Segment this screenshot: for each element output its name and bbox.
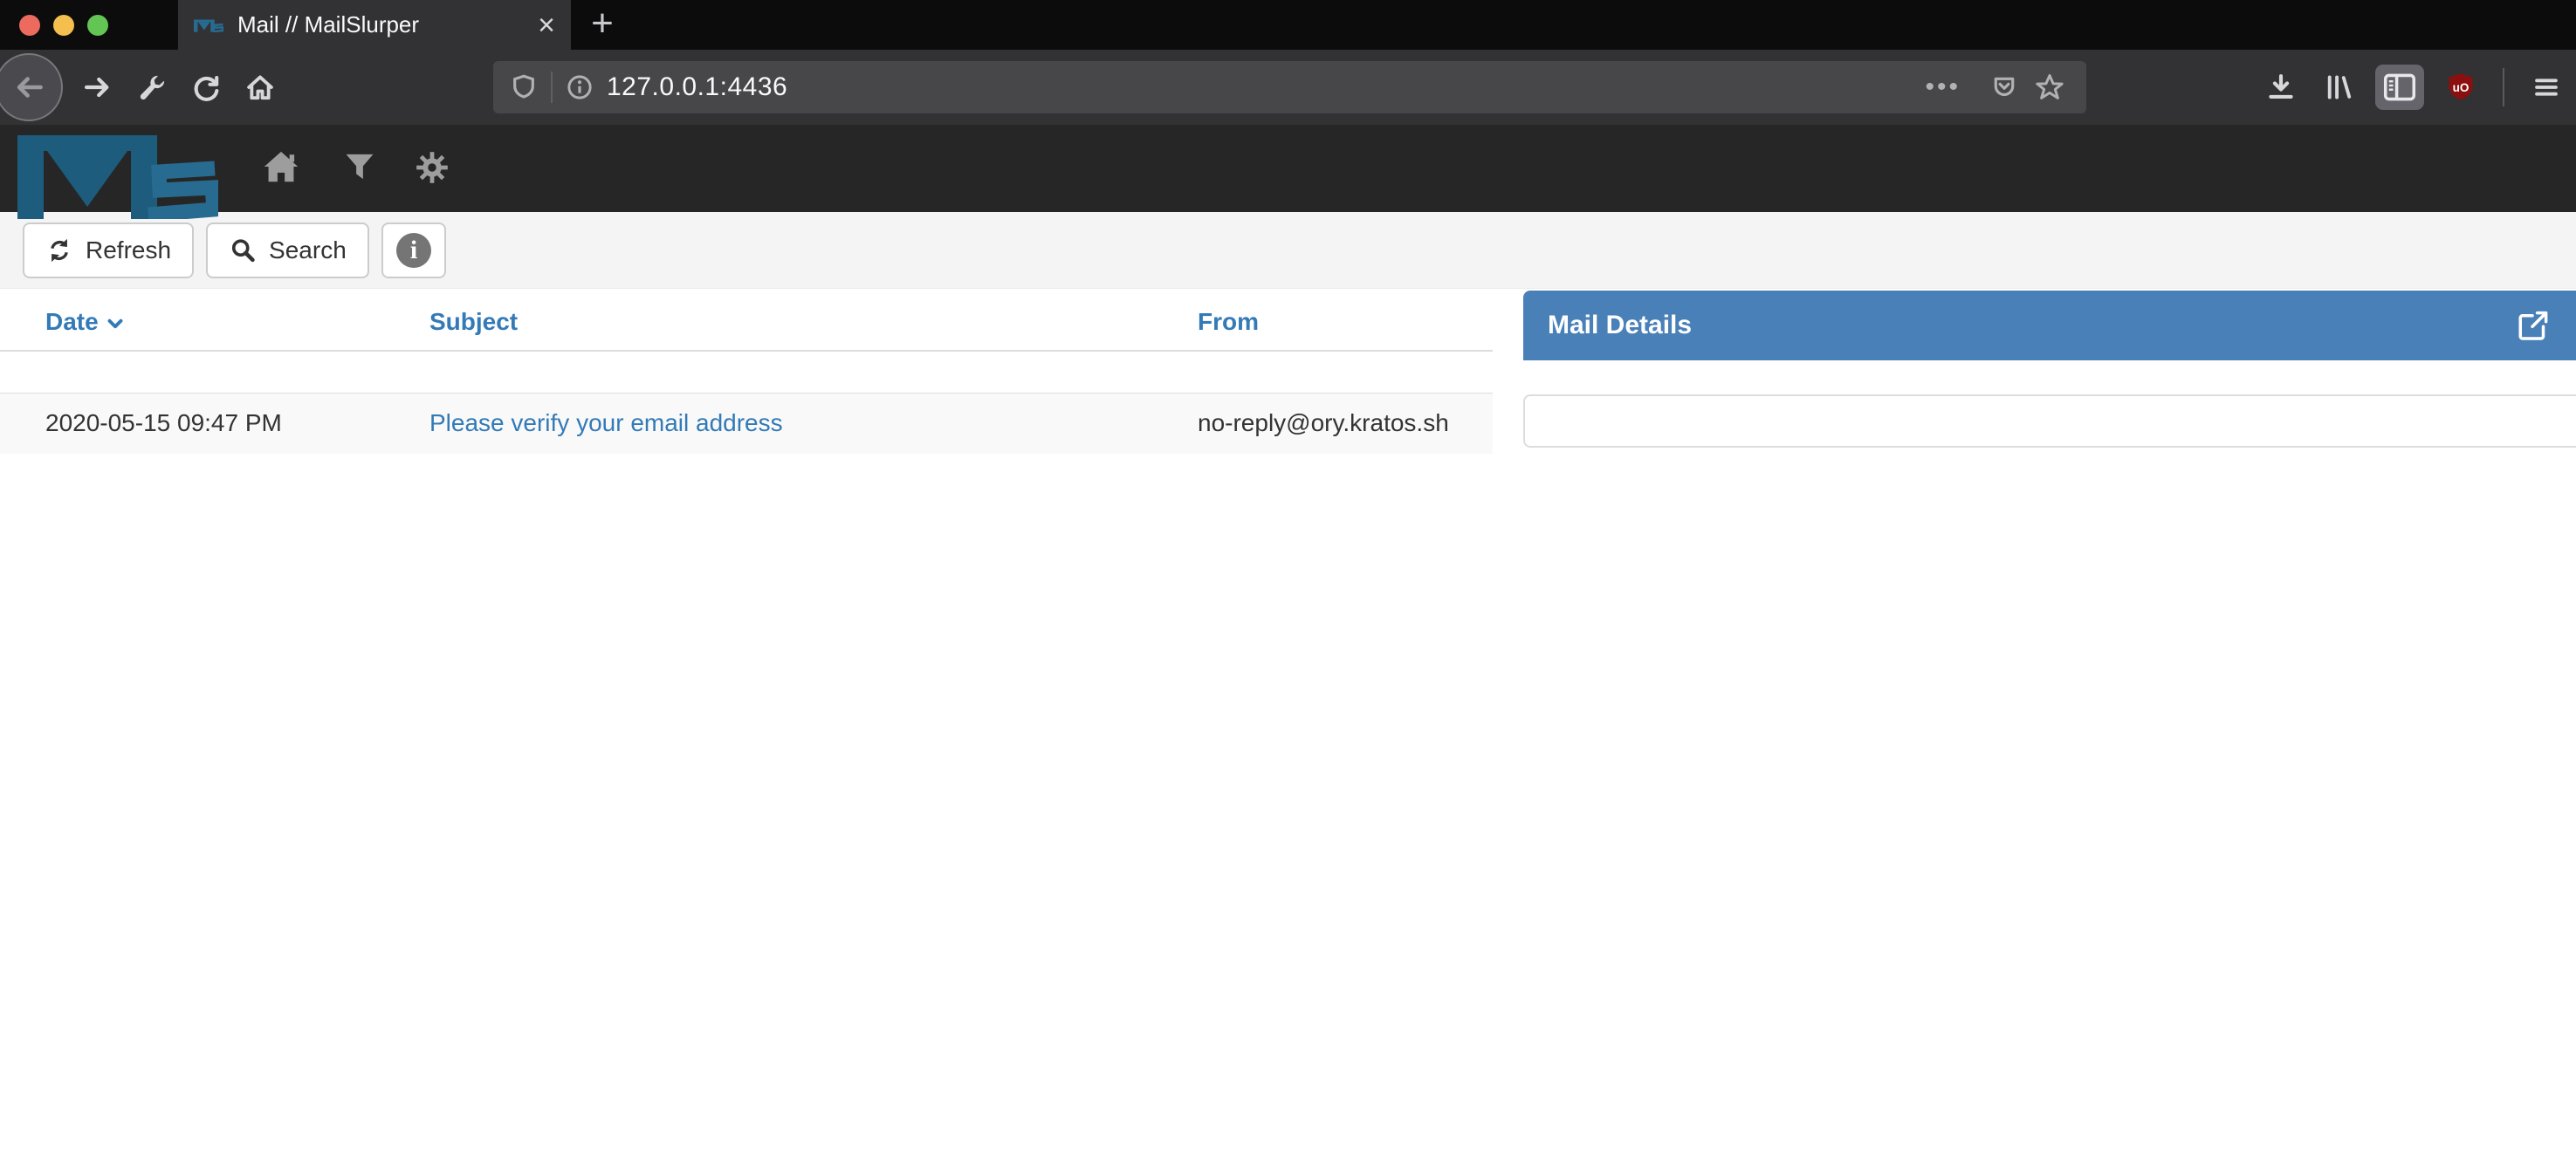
browser-tab-bar: Mail // MailSlurper × + <box>0 0 2576 50</box>
window-zoom-button[interactable] <box>87 15 108 36</box>
mail-details-empty-body <box>1523 394 2576 448</box>
mail-from-cell: no-reply@ory.kratos.sh <box>1184 393 1493 454</box>
page-actions-icon[interactable]: ••• <box>1925 72 1961 102</box>
column-header-subject[interactable]: Subject <box>416 289 1184 351</box>
browser-home-button[interactable] <box>239 66 281 108</box>
app-home-icon[interactable] <box>262 149 300 184</box>
mail-details-title: Mail Details <box>1548 311 1692 340</box>
info-circle-icon: i <box>395 231 433 270</box>
mail-details-panel: Mail Details <box>1523 291 2576 448</box>
svg-text:i: i <box>410 236 417 264</box>
browser-tab[interactable]: Mail // MailSlurper × <box>178 0 571 50</box>
sort-descending-icon <box>107 318 123 330</box>
search-label: Search <box>269 236 347 264</box>
tab-favicon-mailslurper-icon <box>194 18 223 32</box>
ublock-origin-icon[interactable]: uO <box>2440 66 2482 108</box>
mail-table-header-row: Date Subject From <box>0 289 1493 351</box>
downloads-button[interactable] <box>2260 66 2302 108</box>
mail-list-table: Date Subject From 2020-05-15 09:47 PM Pl… <box>0 289 1493 454</box>
mail-subject-cell: Please verify your email address <box>416 393 1184 454</box>
mail-details-header: Mail Details <box>1523 291 2576 360</box>
open-in-new-window-icon[interactable] <box>2515 308 2550 343</box>
refresh-icon <box>45 236 73 264</box>
mailslurper-logo[interactable] <box>17 128 218 219</box>
site-info-icon[interactable] <box>565 72 594 102</box>
main-content: Date Subject From 2020-05-15 09:47 PM Pl… <box>0 289 2576 1157</box>
forward-button[interactable] <box>77 66 119 108</box>
app-toolbar: Refresh Search i <box>0 212 2576 289</box>
pocket-save-icon[interactable] <box>1983 66 2025 108</box>
sidebar-toggle-button[interactable] <box>2375 65 2424 110</box>
reload-button[interactable] <box>185 66 227 108</box>
new-tab-button[interactable]: + <box>571 0 634 50</box>
url-text[interactable]: 127.0.0.1:4436 <box>607 72 787 102</box>
empty-spacer-row <box>0 351 1493 393</box>
filter-funnel-icon[interactable] <box>344 152 375 181</box>
tab-close-icon[interactable]: × <box>532 10 560 40</box>
svg-text:uO: uO <box>2453 81 2470 94</box>
mail-date-cell: 2020-05-15 09:47 PM <box>0 393 416 454</box>
refresh-label: Refresh <box>86 236 171 264</box>
window-close-button[interactable] <box>19 15 40 36</box>
mail-row[interactable]: 2020-05-15 09:47 PM Please verify your e… <box>0 393 1493 454</box>
developer-tools-wrench-button[interactable] <box>131 66 173 108</box>
browser-navigation-bar: 127.0.0.1:4436 ••• <box>0 50 2576 125</box>
back-arrow-icon <box>12 71 45 104</box>
column-header-from[interactable]: From <box>1184 289 1493 351</box>
urlbar-divider <box>551 72 553 103</box>
back-button[interactable] <box>0 53 63 121</box>
settings-gear-icon[interactable] <box>416 151 449 184</box>
refresh-button[interactable]: Refresh <box>23 222 194 278</box>
search-button[interactable]: Search <box>206 222 369 278</box>
bookmark-star-icon[interactable] <box>2029 66 2071 108</box>
column-header-date[interactable]: Date <box>0 289 416 351</box>
toolbar-right-icons: uO <box>2260 50 2567 125</box>
menu-hamburger-icon[interactable] <box>2525 66 2567 108</box>
url-bar[interactable]: 127.0.0.1:4436 ••• <box>493 61 2086 113</box>
search-icon <box>229 236 257 264</box>
mailslurper-header <box>0 125 2576 212</box>
library-button[interactable] <box>2318 66 2360 108</box>
info-button[interactable]: i <box>381 222 446 278</box>
mail-subject-link[interactable]: Please verify your email address <box>429 409 783 436</box>
window-controls <box>0 0 178 50</box>
window-minimize-button[interactable] <box>53 15 74 36</box>
tab-title: Mail // MailSlurper <box>237 11 532 38</box>
toolbar-separator <box>2503 68 2504 106</box>
tracking-protection-shield-icon[interactable] <box>509 72 539 102</box>
